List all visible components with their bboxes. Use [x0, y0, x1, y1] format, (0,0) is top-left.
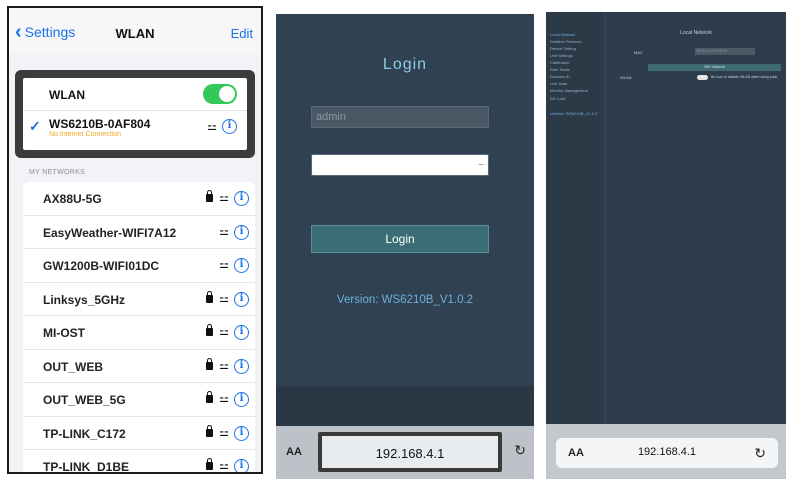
wlan-toggle-row: WLAN [23, 78, 247, 111]
sidebar-item[interactable]: Monitor Management [550, 88, 588, 93]
wlan-label: WLAN [620, 75, 632, 80]
browser-toolbar: AA 192.168.4.1 ↻ [546, 424, 786, 479]
wlan-toggle[interactable] [203, 84, 237, 104]
lock-icon [206, 458, 213, 470]
sidebar-item[interactable]: Sensors ID [550, 74, 570, 79]
network-row[interactable]: MI-OST ⚍ i [23, 316, 255, 350]
connection-status: No Internet Connection [49, 131, 121, 138]
network-name: OUT_WEB [43, 359, 103, 374]
password-input[interactable]: ⌣ [311, 154, 489, 176]
info-icon[interactable]: i [222, 119, 237, 134]
screenshot-collage: ‹ Settings WLAN Edit WLAN ✓ WS6210B-0AF8… [0, 0, 786, 479]
url-text: 192.168.4.1 [637, 446, 697, 458]
wifi-signal-icon: ⚍ [219, 225, 229, 238]
network-name: EasyWeather-WIFI7A12 [43, 225, 177, 240]
login-title: Login [382, 56, 428, 73]
info-icon[interactable]: i [234, 325, 249, 340]
info-icon[interactable]: i [234, 392, 249, 407]
page-footer-area [276, 386, 534, 426]
network-row[interactable]: GW1200B-WIFI01DC ⚍ i [23, 249, 255, 283]
address-bar[interactable]: AA 192.168.4.1 ↻ [556, 438, 778, 468]
sidebar-item[interactable]: Weather Services [550, 39, 582, 44]
wlan-label: WLAN [49, 88, 85, 102]
lock-icon [206, 290, 213, 303]
local-network-panel: Local Network Weather Services Device Sett… [546, 12, 786, 479]
network-row[interactable]: TP-LINK_D1BE ⚍ i [23, 450, 255, 474]
wifi-signal-icon: ⚍ [219, 192, 229, 204]
wlan-settings-panel: ‹ Settings WLAN Edit WLAN ✓ WS6210B-0AF8… [7, 6, 263, 474]
network-name: MI-OST [43, 326, 85, 340]
wlan-card: WLAN ✓ WS6210B-0AF804 No Internet Connec… [23, 78, 247, 150]
toggle-knob [219, 86, 235, 102]
network-name: TP-LINK_D1BE [43, 460, 130, 474]
text-size-button[interactable]: AA [286, 446, 302, 458]
info-icon[interactable]: i [234, 191, 249, 206]
wifi-signal-icon: ⚍ [219, 460, 229, 472]
network-row[interactable]: AX88U-5G ⚍ i [23, 182, 255, 216]
connected-ssid: WS6210B-0AF804 [49, 117, 151, 131]
network-name: OUT_WEB_5G [43, 393, 126, 407]
lock-icon [206, 190, 213, 202]
sidebar-item[interactable]: Device Setting [550, 46, 576, 51]
sidebar-item[interactable]: Unit Settings [550, 53, 573, 58]
sidebar-item[interactable]: Local Network [550, 32, 575, 37]
sidebar-item[interactable]: Live Data [550, 81, 567, 86]
username-input[interactable]: admin [311, 106, 489, 128]
network-row[interactable]: OUT_WEB ⚍ i [23, 350, 255, 383]
mac-field[interactable]: 80:0A:C2:0A:F8:04 [695, 48, 755, 55]
page-title: WLAN [115, 26, 155, 41]
wifi-signal-icon: ⚍ [219, 326, 229, 338]
wifi-signal-icon: ⚍ [219, 259, 229, 271]
mac-label: MAC [634, 50, 643, 55]
connected-network-row[interactable]: ✓ WS6210B-0AF804 No Internet Connection … [23, 112, 247, 150]
info-icon[interactable]: i [234, 224, 249, 240]
page-title: Local Network [680, 30, 712, 36]
nav-bar: ‹ Settings WLAN Edit [9, 8, 261, 54]
eye-closed-icon[interactable]: ⌣ [478, 159, 484, 170]
lock-icon [206, 324, 213, 336]
info-icon[interactable]: i [234, 459, 249, 472]
info-icon[interactable]: i [234, 358, 249, 374]
lock-icon [206, 424, 213, 437]
reload-icon[interactable]: ↻ [514, 442, 526, 459]
info-icon[interactable]: i [234, 258, 249, 273]
edit-button[interactable]: Edit [231, 26, 253, 41]
network-row[interactable]: TP-LINK_C172 ⚍ i [23, 417, 255, 450]
wifi-signal-icon: ⚍ [219, 292, 229, 305]
network-name: AX88U-5G [43, 192, 102, 206]
lock-icon [206, 357, 213, 370]
wifi-signal-icon: ⚍ [207, 121, 217, 133]
network-name: Linksys_5GHz [43, 292, 126, 307]
info-icon[interactable]: i [234, 291, 249, 307]
url-text: 192.168.4.1 [375, 446, 445, 461]
section-header: MY NETWORKS [29, 169, 86, 176]
version-text: Version: WS6210B_V1.0.2 [336, 294, 474, 306]
sidebar-item[interactable]: Rain Totals [550, 67, 570, 72]
wifi-signal-icon: ⚍ [219, 359, 229, 372]
wlan-description: Be sure to disable WLAN when using solar [711, 75, 778, 79]
browser-toolbar: AA 192.168.4.1 ↻ [276, 426, 534, 479]
wlan-highlight-box: WLAN ✓ WS6210B-0AF804 No Internet Connec… [15, 70, 255, 158]
info-icon[interactable]: i [234, 425, 249, 441]
sidebar: Local Network Weather Services Device Sett… [546, 12, 605, 424]
network-row[interactable]: Linksys_5GHz ⚍ i [23, 283, 255, 316]
address-bar[interactable]: 192.168.4.1 [318, 432, 502, 472]
wifi-signal-icon: ⚍ [219, 426, 229, 439]
network-name: TP-LINK_C172 [43, 426, 126, 441]
wifi-network-button[interactable]: WiFi Network [648, 64, 781, 71]
network-row[interactable]: OUT_WEB_5G ⚍ i [23, 383, 255, 417]
sidebar-item[interactable]: SD Card [550, 96, 565, 101]
checkmark-icon: ✓ [29, 118, 41, 134]
network-row[interactable]: EasyWeather-WIFI7A12 ⚍ i [23, 216, 255, 249]
lock-icon [206, 391, 213, 403]
reload-icon[interactable]: ↻ [754, 445, 766, 462]
login-button[interactable]: Login [311, 225, 489, 253]
network-name: GW1200B-WIFI01DC [43, 259, 160, 273]
sidebar-item: Version: WS6210B_V1.0.2 [550, 111, 598, 116]
login-panel: Login admin ⌣ Login Version: WS6210B_V1.… [276, 14, 534, 479]
wlan-toggle[interactable] [697, 75, 708, 80]
wifi-signal-icon: ⚍ [219, 393, 229, 405]
sidebar-item[interactable]: Calibration [550, 60, 569, 65]
network-list: AX88U-5G ⚍ i EasyWeather-WIFI7A12 ⚍ i GW1200B-… [23, 182, 255, 474]
